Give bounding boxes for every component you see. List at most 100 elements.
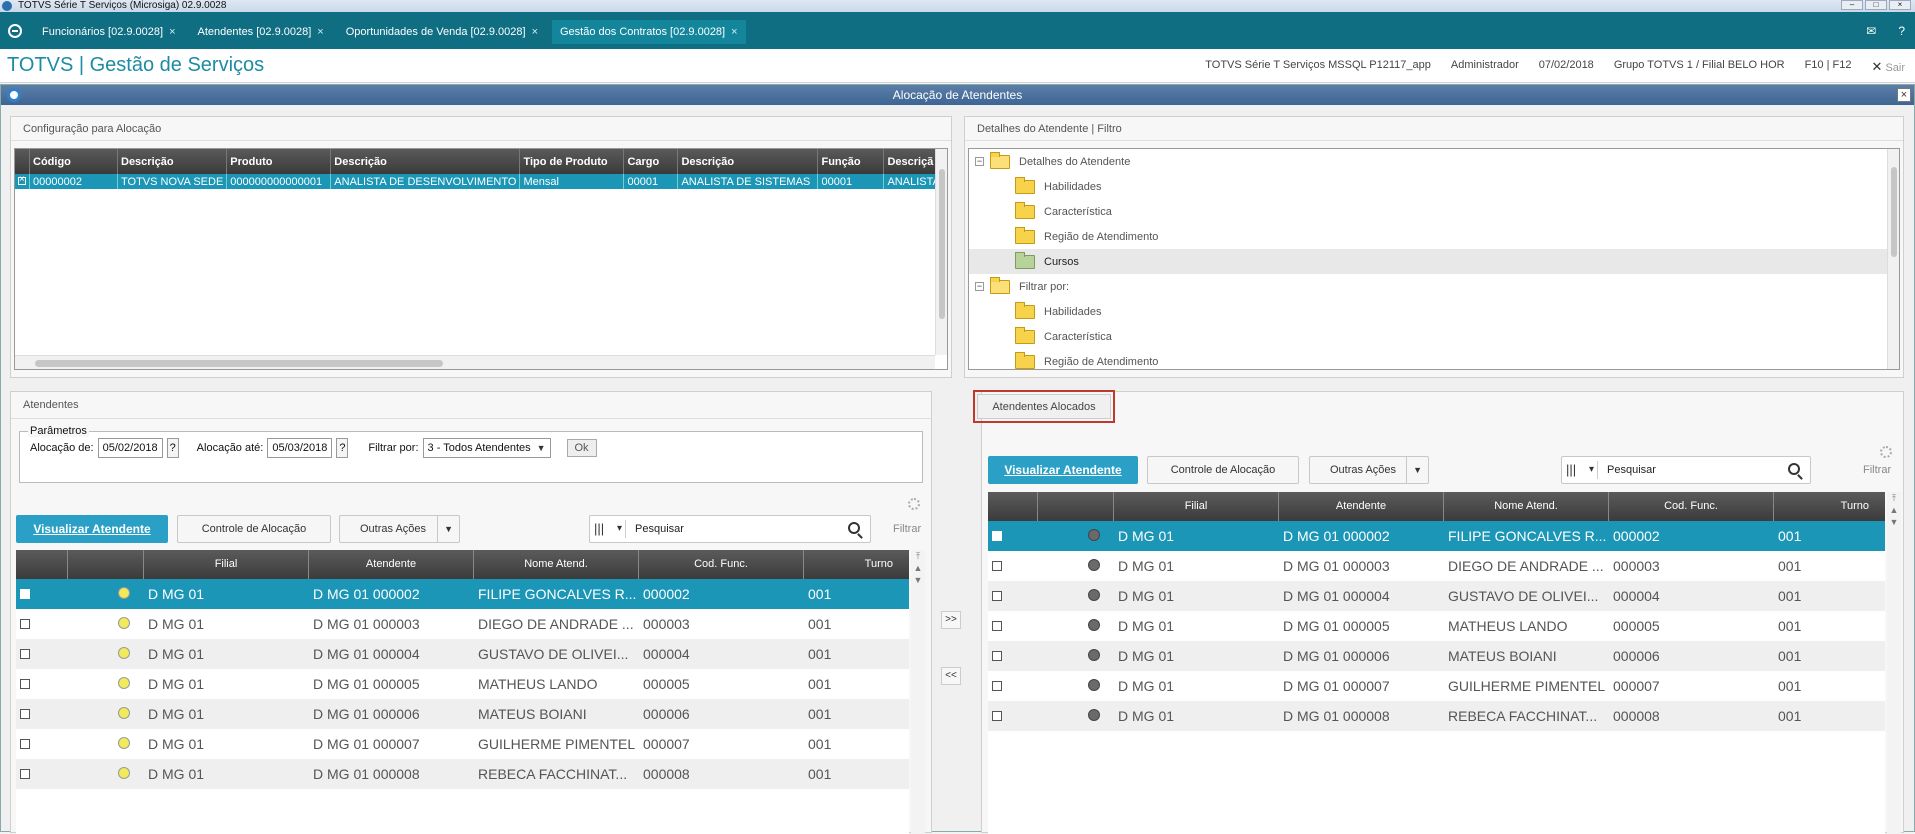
column-header[interactable]: Nome Atend. [474,550,639,579]
scroll-thumb[interactable] [939,169,945,319]
table-row[interactable]: D MG 01 D MG 01 000002 FILIPE GONCALVES R.… [988,521,1885,551]
search-input[interactable]: Pesquisar [1607,457,1656,483]
scroll-top-icon[interactable]: ⤒ [1887,492,1901,504]
close-icon[interactable]: × [317,20,323,44]
collapse-icon[interactable]: − [975,282,984,291]
allocation-control-button[interactable]: Controle de Alocação [177,515,331,543]
scroll-thumb[interactable] [35,360,443,367]
tree-node-regiao[interactable]: Região de Atendimento [969,349,1899,369]
from-date-lookup-button[interactable]: ? [166,438,179,458]
column-header[interactable]: Nome Atend. [1444,492,1609,521]
row-checkbox[interactable] [16,676,68,692]
column-header[interactable]: Código [29,149,118,174]
tree-node-caracteristica[interactable]: Característica [969,324,1899,349]
vertical-scrollbar[interactable] [1887,149,1899,369]
logout-button[interactable]: ✕ Sair [1871,59,1905,75]
table-row[interactable]: D MG 01 D MG 01 000005 MATHEUS LANDO 000005… [988,611,1885,641]
row-checkbox[interactable] [16,586,68,602]
tab-atendentes-alocados[interactable]: Atendentes Alocados [973,390,1115,423]
view-attendant-button[interactable]: Visualizar Atendente [16,515,168,543]
columns-icon[interactable]: ||| [1566,461,1598,479]
grid-vertical-scrollbar[interactable]: ⤒ ▲ ▼ [1887,492,1901,834]
tree-node-cursos[interactable]: Cursos [969,249,1899,274]
environment-label[interactable]: TOTVS Série T Serviços MSSQL P12117_app [1205,59,1431,75]
table-row[interactable]: 00000002 TOTVS NOVA SEDE 000000000000001… [15,174,945,189]
row-checkbox[interactable] [16,766,68,782]
scroll-down-icon[interactable]: ▼ [911,574,925,586]
search-input[interactable]: Pesquisar [635,516,684,542]
column-header[interactable]: Produto [226,149,332,174]
totvs-logo-icon[interactable] [8,24,22,38]
column-header[interactable]: Atendente [309,550,474,579]
table-row[interactable]: D MG 01 D MG 01 000005 MATHEUS LANDO 000005… [16,669,909,699]
tree-node-habilidades[interactable]: Habilidades [969,174,1899,199]
ok-button[interactable]: Ok [566,439,597,457]
scroll-down-icon[interactable]: ▼ [1887,516,1901,528]
grid-vertical-scrollbar[interactable]: ⤒ ▲ ▼ [911,550,925,834]
from-date-field[interactable]: 05/02/2018 [97,438,163,458]
column-header[interactable]: Turno [1774,492,1885,521]
filter-link[interactable]: Filtrar [1863,464,1891,476]
tab-atendentes[interactable]: Atendentes [02.9.0028] × [190,20,332,44]
scroll-up-icon[interactable]: ▲ [911,562,925,574]
row-checkbox[interactable] [16,736,68,752]
add-allocation-button[interactable]: >> [941,611,961,629]
table-row[interactable]: D MG 01 D MG 01 000006 MATEUS BOIANI 000006… [16,699,909,729]
table-row[interactable]: D MG 01 D MG 01 000002 FILIPE GONCALVES R.… [16,579,909,609]
table-row[interactable]: D MG 01 D MG 01 000008 REBECA FACCHINAT...… [988,701,1885,731]
table-row[interactable]: D MG 01 D MG 01 000007 GUILHERME PIMENTEL 0… [988,671,1885,701]
company-label[interactable]: Grupo TOTVS 1 / Filial BELO HOR [1614,59,1785,75]
close-icon[interactable]: × [731,20,737,44]
minimize-button[interactable]: – [1841,0,1863,10]
scroll-up-icon[interactable]: ▲ [1887,504,1901,516]
tab-gestao-contratos[interactable]: Gestão dos Contratos [02.9.0028] × [552,20,746,44]
row-checkbox[interactable] [16,646,68,662]
tab-funcionarios[interactable]: Funcionários [02.9.0028] × [34,20,184,44]
mail-icon[interactable]: ✉ [1866,24,1876,38]
row-checkbox[interactable] [988,678,1038,694]
table-row[interactable]: D MG 01 D MG 01 000006 MATEUS BOIANI 000006… [988,641,1885,671]
filter-link[interactable]: Filtrar [893,523,921,535]
column-header[interactable]: Cod. Func. [639,550,804,579]
tree-node-detalhes[interactable]: − Detalhes do Atendente [969,149,1899,174]
search-icon[interactable] [1788,463,1800,475]
column-header[interactable]: Descrição [677,149,819,174]
tree-node-caracteristica[interactable]: Característica [969,199,1899,224]
table-row[interactable]: D MG 01 D MG 01 000003 DIEGO DE ANDRADE ..… [988,551,1885,581]
tab-oportunidades[interactable]: Oportunidades de Venda [02.9.0028] × [338,20,546,44]
column-header[interactable]: Descrição [117,149,228,174]
maximize-button[interactable]: □ [1865,0,1887,10]
scroll-thumb[interactable] [1891,167,1897,257]
row-checkbox[interactable] [15,174,30,189]
tree-node-regiao[interactable]: Região de Atendimento [969,224,1899,249]
table-row[interactable]: D MG 01 D MG 01 000004 GUSTAVO DE OLIVEI..… [16,639,909,669]
column-header[interactable]: Função [817,149,885,174]
search-icon[interactable] [848,522,860,534]
column-header[interactable]: Cod. Func. [1609,492,1774,521]
close-icon[interactable]: × [169,20,175,44]
horizontal-scrollbar[interactable] [15,355,935,369]
table-row[interactable]: D MG 01 D MG 01 000007 GUILHERME PIMENTEL 0… [16,729,909,759]
column-header[interactable]: Tipo de Produto [519,149,625,174]
more-actions-button[interactable]: Outras Ações [1309,456,1429,484]
column-header[interactable]: Atendente [1279,492,1444,521]
tree-node-habilidades[interactable]: Habilidades [969,299,1899,324]
date-label[interactable]: 07/02/2018 [1539,59,1594,75]
help-icon[interactable]: ? [1898,24,1905,38]
tree-node-filtrar[interactable]: − Filtrar por: [969,274,1899,299]
settings-gear-icon[interactable] [908,498,920,510]
columns-icon[interactable]: ||| [594,520,626,538]
dialog-close-button[interactable]: × [1897,88,1911,102]
row-checkbox[interactable] [988,558,1038,574]
more-actions-button[interactable]: Outras Ações [339,515,460,543]
row-checkbox[interactable] [988,588,1038,604]
table-row[interactable]: D MG 01 D MG 01 000003 DIEGO DE ANDRADE ..… [16,609,909,639]
to-date-field[interactable]: 05/03/2018 [267,438,333,458]
row-checkbox[interactable] [988,618,1038,634]
row-checkbox[interactable] [988,648,1038,664]
settings-gear-icon[interactable] [1880,446,1892,458]
window-close-button[interactable]: × [1889,0,1911,10]
collapse-icon[interactable]: − [975,157,984,166]
column-header[interactable]: Filial [144,550,309,579]
row-checkbox[interactable] [988,528,1038,544]
